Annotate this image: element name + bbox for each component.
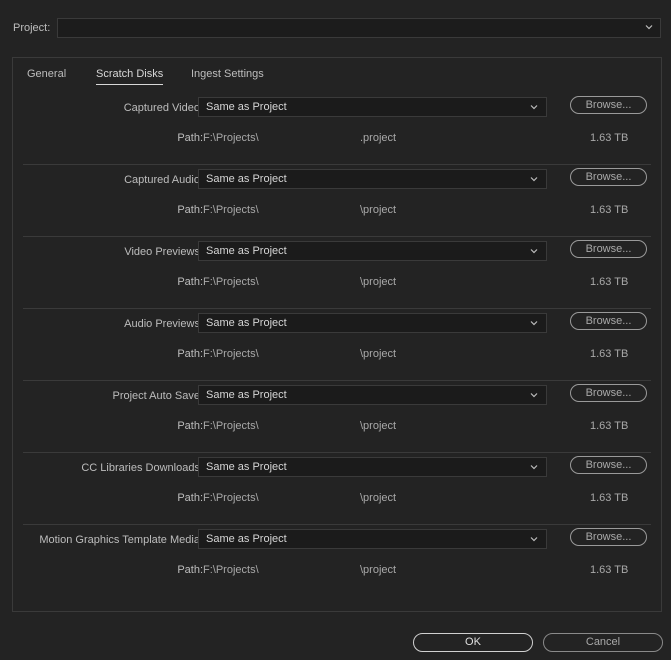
chevron-down-icon: [529, 246, 539, 256]
browse-button[interactable]: Browse...: [570, 384, 647, 402]
path-value-tail: \project: [360, 420, 397, 432]
free-space-value: 1.63 TB: [590, 564, 629, 576]
chevron-down-icon: [529, 174, 539, 184]
scratch-disk-section: Audio Previews: Same as Project Browse... P…: [23, 309, 651, 381]
scratch-disk-section: Video Previews: Same as Project Browse... P…: [23, 237, 651, 309]
path-value: F:\Projects\: [203, 492, 259, 504]
scratch-disk-section: CC Libraries Downloads: Same as Project Br…: [23, 453, 651, 525]
scratch-disk-label: CC Libraries Downloads:: [81, 462, 203, 474]
path-value: F:\Projects\: [203, 348, 259, 360]
browse-button[interactable]: Browse...: [570, 528, 647, 546]
scratch-disk-location-select[interactable]: Same as Project: [198, 97, 547, 117]
path-label: Path:: [177, 564, 203, 576]
cancel-button[interactable]: Cancel: [543, 633, 663, 652]
select-value: Same as Project: [206, 389, 287, 401]
browse-button[interactable]: Browse...: [570, 312, 647, 330]
select-value: Same as Project: [206, 461, 287, 473]
tab-ingest-settings[interactable]: Ingest Settings: [191, 68, 264, 80]
scratch-disk-location-select[interactable]: Same as Project: [198, 529, 547, 549]
select-value: Same as Project: [206, 101, 287, 113]
free-space-value: 1.63 TB: [590, 348, 629, 360]
path-value: F:\Projects\: [203, 276, 259, 288]
project-label: Project:: [13, 22, 51, 34]
path-label: Path:: [177, 276, 203, 288]
scratch-disk-location-select[interactable]: Same as Project: [198, 313, 547, 333]
scratch-disk-label: Captured Audio:: [124, 174, 203, 186]
select-value: Same as Project: [206, 533, 287, 545]
ok-button[interactable]: OK: [413, 633, 533, 652]
path-value-tail: \project: [360, 564, 397, 576]
browse-button[interactable]: Browse...: [570, 96, 647, 114]
path-value: F:\Projects\: [203, 132, 259, 144]
free-space-value: 1.63 TB: [590, 420, 629, 432]
scratch-disk-location-select[interactable]: Same as Project: [198, 385, 547, 405]
select-value: Same as Project: [206, 173, 287, 185]
free-space-value: 1.63 TB: [590, 492, 629, 504]
scratch-disk-label: Captured Video:: [123, 102, 203, 114]
scratch-disk-section: Captured Video: Same as Project Browse... P…: [23, 93, 651, 165]
project-select[interactable]: [57, 18, 661, 38]
path-value: F:\Projects\: [203, 204, 259, 216]
scratch-disk-location-select[interactable]: Same as Project: [198, 457, 547, 477]
scratch-disk-section: Motion Graphics Template Media: Same as P…: [23, 525, 651, 597]
free-space-value: 1.63 TB: [590, 132, 629, 144]
path-label: Path:: [177, 492, 203, 504]
select-value: Same as Project: [206, 245, 287, 257]
tab-scratch-disks[interactable]: Scratch Disks: [96, 68, 164, 85]
path-value-tail: \project: [360, 348, 397, 360]
scratch-disk-label: Project Auto Save:: [112, 390, 204, 402]
path-value: F:\Projects\: [203, 564, 259, 576]
scratch-disk-location-select[interactable]: Same as Project: [198, 241, 547, 261]
browse-button[interactable]: Browse...: [570, 168, 647, 186]
path-value-tail: .project: [360, 132, 397, 144]
settings-panel: General Scratch Disks Ingest Settings Ca…: [12, 57, 662, 612]
tab-general[interactable]: General: [27, 68, 66, 80]
chevron-down-icon: [529, 390, 539, 400]
free-space-value: 1.63 TB: [590, 276, 629, 288]
chevron-down-icon: [529, 318, 539, 328]
browse-button[interactable]: Browse...: [570, 240, 647, 258]
select-value: Same as Project: [206, 317, 287, 329]
scratch-disk-label: Video Previews:: [124, 246, 203, 258]
chevron-down-icon: [529, 534, 539, 544]
chevron-down-icon: [644, 22, 654, 32]
browse-button[interactable]: Browse...: [570, 456, 647, 474]
path-value: F:\Projects\: [203, 420, 259, 432]
path-value-tail: \project: [360, 276, 397, 288]
path-value-tail: \project: [360, 492, 397, 504]
scratch-disk-location-select[interactable]: Same as Project: [198, 169, 547, 189]
free-space-value: 1.63 TB: [590, 204, 629, 216]
scratch-disk-label: Audio Previews:: [124, 318, 203, 330]
path-label: Path:: [177, 204, 203, 216]
path-value-tail: \project: [360, 204, 397, 216]
scratch-disk-label: Motion Graphics Template Media:: [39, 534, 203, 546]
scratch-disk-section: Project Auto Save: Same as Project Browse.…: [23, 381, 651, 453]
path-label: Path:: [177, 420, 203, 432]
scratch-disk-section: Captured Audio: Same as Project Browse... P…: [23, 165, 651, 237]
path-label: Path:: [177, 132, 203, 144]
chevron-down-icon: [529, 102, 539, 112]
path-label: Path:: [177, 348, 203, 360]
chevron-down-icon: [529, 462, 539, 472]
